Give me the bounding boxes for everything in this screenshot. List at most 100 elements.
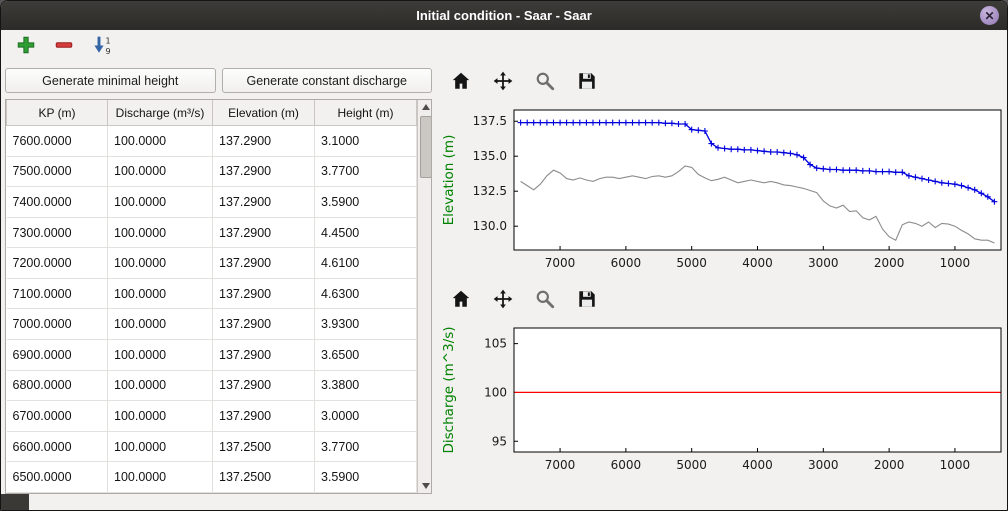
table-cell[interactable]: 100.0000: [108, 431, 213, 462]
scrollbar-thumb[interactable]: [420, 116, 432, 178]
discharge-chart[interactable]: 105100957000600050004000300020001000Disc…: [438, 316, 1005, 488]
table-cell[interactable]: 137.2900: [213, 278, 315, 309]
table-cell[interactable]: 3.5900: [315, 187, 417, 218]
table-cell[interactable]: 137.2900: [213, 309, 315, 340]
column-header[interactable]: KP (m): [7, 100, 108, 126]
table-cell[interactable]: 137.2900: [213, 187, 315, 218]
elevation-plot-toolbar: [438, 68, 1003, 98]
svg-text:130.0: 130.0: [473, 219, 507, 233]
table-cell[interactable]: 3.7700: [315, 156, 417, 187]
table-cell[interactable]: 100.0000: [108, 401, 213, 432]
svg-text:4000: 4000: [742, 458, 773, 472]
table-row: 6500.0000100.0000137.25003.5900: [7, 462, 417, 493]
svg-text:9: 9: [105, 45, 110, 54]
table-cell[interactable]: 100.0000: [108, 278, 213, 309]
table-cell[interactable]: 137.2900: [213, 401, 315, 432]
table-cell[interactable]: 6800.0000: [7, 370, 108, 401]
table-cell[interactable]: 7000.0000: [7, 309, 108, 340]
table-cell[interactable]: 4.4500: [315, 217, 417, 248]
table-cell[interactable]: 100.0000: [108, 370, 213, 401]
table-cell[interactable]: 3.3800: [315, 370, 417, 401]
table-cell[interactable]: 137.2900: [213, 156, 315, 187]
table-cell[interactable]: 100.0000: [108, 248, 213, 279]
table-cell[interactable]: 100.0000: [108, 340, 213, 371]
svg-text:6000: 6000: [611, 256, 642, 270]
table-cell[interactable]: 100.0000: [108, 187, 213, 218]
table-cell[interactable]: 3.9300: [315, 309, 417, 340]
scroll-down-button[interactable]: [418, 479, 432, 493]
table-row: 7600.0000100.0000137.29003.1000: [7, 126, 417, 157]
elevation-chart[interactable]: 137.5135.0132.5130.070006000500040003000…: [438, 98, 1005, 286]
close-button[interactable]: ✕: [980, 6, 999, 25]
scroll-up-icon: [422, 104, 430, 110]
table-cell[interactable]: 3.5900: [315, 462, 417, 493]
table-cell[interactable]: 3.6500: [315, 340, 417, 371]
save-icon: [576, 70, 598, 97]
pan-button[interactable]: [490, 70, 516, 96]
zoom-icon: [534, 288, 556, 315]
save-button[interactable]: [574, 288, 600, 314]
table-cell[interactable]: 100.0000: [108, 217, 213, 248]
column-header[interactable]: Discharge (m³/s): [108, 100, 213, 126]
app-window: Initial condition - Saar - Saar ✕ 1 9: [0, 0, 1008, 511]
table-cell[interactable]: 7500.0000: [7, 156, 108, 187]
content-area: Generate minimal height Generate constan…: [1, 64, 1007, 494]
table-row: 6800.0000100.0000137.29003.3800: [7, 370, 417, 401]
pan-button[interactable]: [490, 288, 516, 314]
table-cell[interactable]: 137.2900: [213, 126, 315, 157]
scroll-up-button[interactable]: [418, 100, 432, 114]
svg-text:Elevation (m): Elevation (m): [441, 135, 457, 226]
table-cell[interactable]: 7400.0000: [7, 187, 108, 218]
pan-icon: [492, 288, 514, 315]
table-cell[interactable]: 7300.0000: [7, 217, 108, 248]
add-row-button[interactable]: [13, 34, 39, 60]
scrollbar-track[interactable]: [418, 114, 432, 479]
table-row: 7100.0000100.0000137.29004.6300: [7, 278, 417, 309]
table-cell[interactable]: 137.2900: [213, 340, 315, 371]
plus-icon: [16, 35, 36, 60]
table-cell[interactable]: 4.6300: [315, 278, 417, 309]
zoom-button[interactable]: [532, 70, 558, 96]
plots-panel: 137.5135.0132.5130.070006000500040003000…: [438, 68, 1003, 494]
table-cell[interactable]: 100.0000: [108, 126, 213, 157]
table-cell[interactable]: 4.6100: [315, 248, 417, 279]
table-cell[interactable]: 137.2500: [213, 462, 315, 493]
svg-text:4000: 4000: [742, 256, 773, 270]
initial-condition-panel: Generate minimal height Generate constan…: [5, 68, 432, 494]
table-row: 7000.0000100.0000137.29003.9300: [7, 309, 417, 340]
titlebar[interactable]: Initial condition - Saar - Saar ✕: [1, 1, 1007, 30]
table-cell[interactable]: 100.0000: [108, 462, 213, 493]
remove-row-button[interactable]: [51, 34, 77, 60]
table-cell[interactable]: 6600.0000: [7, 431, 108, 462]
table-cell[interactable]: 3.7700: [315, 431, 417, 462]
table-cell[interactable]: 7600.0000: [7, 126, 108, 157]
table-cell[interactable]: 6700.0000: [7, 401, 108, 432]
vertical-scrollbar[interactable]: [417, 100, 432, 493]
generate-minimal-height-button[interactable]: Generate minimal height: [5, 68, 216, 93]
table-cell[interactable]: 100.0000: [108, 309, 213, 340]
home-button[interactable]: [448, 288, 474, 314]
column-header[interactable]: Elevation (m): [213, 100, 315, 126]
table-cell[interactable]: 6500.0000: [7, 462, 108, 493]
discharge-plot-toolbar: [438, 286, 1003, 316]
table-cell[interactable]: 3.1000: [315, 126, 417, 157]
table-cell[interactable]: 137.2900: [213, 370, 315, 401]
table-cell[interactable]: 137.2900: [213, 248, 315, 279]
resize-grip[interactable]: [1, 494, 29, 510]
table-cell[interactable]: 100.0000: [108, 156, 213, 187]
table-cell[interactable]: 3.0000: [315, 401, 417, 432]
save-button[interactable]: [574, 70, 600, 96]
zoom-button[interactable]: [532, 288, 558, 314]
svg-text:2000: 2000: [874, 458, 905, 472]
table-row: 7300.0000100.0000137.29004.4500: [7, 217, 417, 248]
table-cell[interactable]: 7200.0000: [7, 248, 108, 279]
home-button[interactable]: [448, 70, 474, 96]
table-cell[interactable]: 6900.0000: [7, 340, 108, 371]
generate-constant-discharge-button[interactable]: Generate constant discharge: [222, 68, 433, 93]
column-header[interactable]: Height (m): [315, 100, 417, 126]
sort-rows-button[interactable]: 1 9: [89, 34, 115, 60]
table-cell[interactable]: 137.2900: [213, 217, 315, 248]
table-cell[interactable]: 7100.0000: [7, 278, 108, 309]
svg-text:135.0: 135.0: [473, 149, 507, 163]
table-cell[interactable]: 137.2500: [213, 431, 315, 462]
